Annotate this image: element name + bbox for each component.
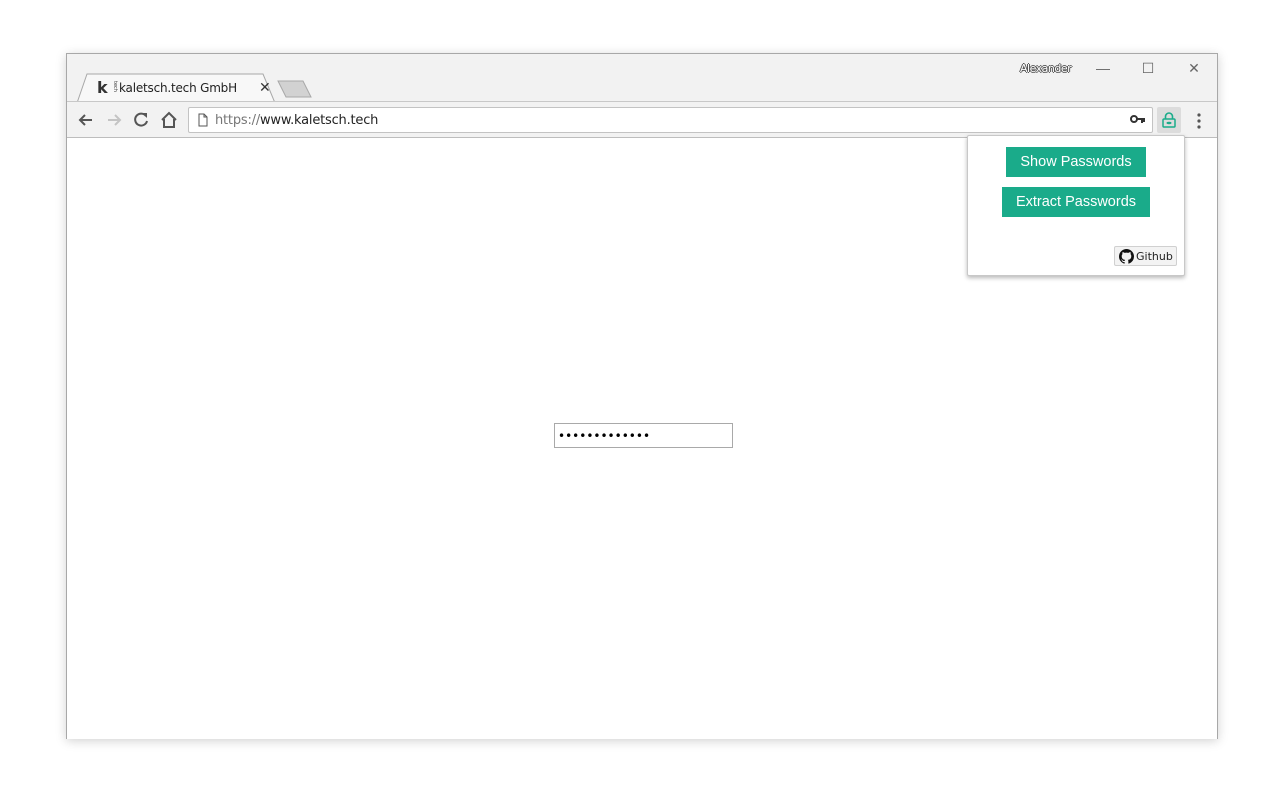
minimize-button[interactable]: — [1088,60,1118,78]
address-bar[interactable]: https://www.kaletsch.tech [188,107,1153,133]
page-icon [198,113,208,127]
forward-arrow-icon[interactable] [104,110,124,130]
tab-title: kaletsch.tech GmbH [119,81,237,95]
github-icon [1119,249,1134,264]
toolbar: https://www.kaletsch.tech [67,101,1217,138]
tab-active[interactable]: k tech kaletsch.tech GmbH ✕ [77,73,276,103]
title-bar: k tech kaletsch.tech GmbH ✕ Alexander — ☐… [67,54,1217,103]
reload-icon[interactable] [131,110,151,130]
password-input[interactable] [554,423,733,448]
extension-button[interactable] [1157,107,1181,133]
show-passwords-button[interactable]: Show Passwords [1006,147,1146,177]
favicon-icon: k tech [97,78,118,97]
browser-window: k tech kaletsch.tech GmbH ✕ Alexander — ☐… [66,53,1218,739]
key-icon[interactable] [1130,114,1146,126]
extract-passwords-button[interactable]: Extract Passwords [1002,187,1150,217]
menu-dots-icon[interactable] [1191,111,1207,131]
new-tab-button[interactable] [277,80,313,98]
url-text[interactable]: https://www.kaletsch.tech [215,113,378,128]
github-button[interactable]: Github [1114,246,1177,266]
home-icon[interactable] [159,110,179,130]
lock-icon [1162,112,1176,128]
extension-popup: Show Passwords Extract Passwords Github [967,135,1185,276]
close-window-button[interactable]: ✕ [1179,60,1209,78]
maximize-button[interactable]: ☐ [1133,60,1163,78]
tab-close-icon[interactable]: ✕ [259,79,271,96]
back-arrow-icon[interactable] [76,110,96,130]
profile-name[interactable]: Alexander [1020,62,1072,75]
github-label: Github [1136,250,1173,263]
